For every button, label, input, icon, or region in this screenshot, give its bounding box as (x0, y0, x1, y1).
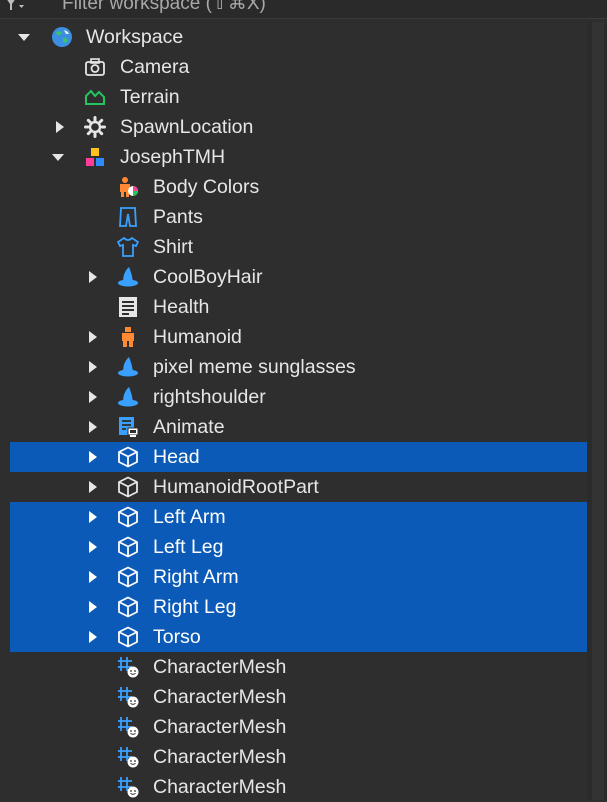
collapsed-arrow-icon[interactable] (86, 540, 100, 554)
local-script-icon (119, 417, 139, 437)
tree-row-coolboyhair[interactable]: CoolBoyHair (10, 262, 587, 292)
terrain-icon (85, 89, 105, 105)
tree-row-charactermesh[interactable]: CharacterMesh (10, 712, 587, 742)
tree-row-rightshoulder[interactable]: rightshoulder (10, 382, 587, 412)
tree-item-label: pixel meme sunglasses (153, 356, 356, 378)
tree-item-label: rightshoulder (153, 386, 266, 408)
camera-icon (85, 58, 105, 76)
tree-row-pixel-meme-sunglasses[interactable]: pixel meme sunglasses (10, 352, 587, 382)
part-cube-icon (118, 566, 138, 588)
shirt-icon (117, 236, 139, 257)
tree-row-shirt[interactable]: Shirt (10, 232, 587, 262)
workspace-globe-icon (52, 27, 72, 47)
filter-icon[interactable] (4, 0, 26, 14)
tree-item-label: SpawnLocation (120, 116, 254, 138)
tree-item-label: Terrain (120, 86, 180, 108)
explorer-tree: Workspace Camera Terrain SpawnLocation J… (10, 22, 587, 800)
tree-item-label: HumanoidRootPart (153, 476, 319, 498)
collapsed-arrow-icon[interactable] (86, 390, 100, 404)
tree-row-spawnlocation[interactable]: SpawnLocation (10, 112, 587, 142)
tree-row-left-arm[interactable]: Left Arm (10, 502, 587, 532)
collapsed-arrow-icon[interactable] (86, 480, 100, 494)
tree-item-label: Left Leg (153, 536, 224, 558)
accessory-hat-icon (118, 387, 138, 407)
collapsed-arrow-icon[interactable] (86, 630, 100, 644)
tree-item-label: Animate (153, 416, 225, 438)
scrollbar-thumb[interactable] (592, 22, 604, 800)
tree-item-label: CharacterMesh (153, 656, 287, 678)
tree-row-head[interactable]: Head (10, 442, 587, 472)
tree-row-charactermesh[interactable]: CharacterMesh (10, 742, 587, 772)
tree-row-animate[interactable]: Animate (10, 412, 587, 442)
collapsed-arrow-icon[interactable] (86, 330, 100, 344)
tree-item-label: Camera (120, 56, 190, 78)
tree-row-body-colors[interactable]: Body Colors (10, 172, 587, 202)
filter-bar[interactable]: Filter workspace (⇧⌘X) (0, 0, 607, 19)
accessory-hat-icon (118, 267, 138, 287)
tree-item-label: Torso (153, 626, 201, 648)
tree-item-label: CharacterMesh (153, 686, 287, 708)
tree-item-label: Health (153, 296, 210, 318)
part-cube-icon (118, 596, 138, 618)
model-icon (86, 148, 104, 166)
part-cube-icon (118, 536, 138, 558)
pants-icon (119, 207, 137, 227)
tree-item-label: CharacterMesh (153, 716, 287, 738)
tree-item-label: CharacterMesh (153, 776, 287, 798)
vertical-scrollbar[interactable] (587, 22, 607, 800)
tree-item-label: CoolBoyHair (153, 266, 263, 288)
character-mesh-icon (118, 747, 139, 768)
tree-item-label: CharacterMesh (153, 746, 287, 768)
expand-arrow-icon[interactable] (51, 150, 65, 164)
collapsed-arrow-icon[interactable] (86, 360, 100, 374)
body-colors-icon (120, 177, 138, 197)
part-cube-icon (118, 506, 138, 528)
character-mesh-icon (118, 687, 139, 708)
tree-item-label: Left Arm (153, 506, 226, 528)
collapsed-arrow-icon[interactable] (86, 420, 100, 434)
part-cube-icon (118, 476, 138, 498)
tree-item-label: Body Colors (153, 176, 260, 198)
character-mesh-icon (118, 777, 139, 798)
tree-item-label: Workspace (86, 26, 184, 48)
tree-item-label: JosephTMH (120, 146, 226, 168)
tree-row-health[interactable]: Health (10, 292, 587, 322)
tree-row-pants[interactable]: Pants (10, 202, 587, 232)
collapsed-arrow-icon[interactable] (86, 510, 100, 524)
tree-item-label: Right Leg (153, 596, 237, 618)
tree-row-josephtmh[interactable]: JosephTMH (10, 142, 587, 172)
accessory-hat-icon (118, 357, 138, 377)
tree-row-right-leg[interactable]: Right Leg (10, 592, 587, 622)
tree-row-charactermesh[interactable]: CharacterMesh (10, 652, 587, 682)
tree-row-camera[interactable]: Camera (10, 52, 587, 82)
collapsed-arrow-icon[interactable] (86, 270, 100, 284)
tree-row-humanoidrootpart[interactable]: HumanoidRootPart (10, 472, 587, 502)
spawn-location-icon (84, 116, 106, 138)
script-icon (119, 297, 137, 317)
collapsed-arrow-icon[interactable] (53, 120, 67, 134)
tree-item-label: Head (153, 446, 200, 468)
collapsed-arrow-icon[interactable] (86, 450, 100, 464)
tree-item-label: Pants (153, 206, 203, 228)
tree-row-terrain[interactable]: Terrain (10, 82, 587, 112)
tree-row-charactermesh[interactable]: CharacterMesh (10, 772, 587, 802)
tree-row-humanoid[interactable]: Humanoid (10, 322, 587, 352)
tree-item-label: Shirt (153, 236, 194, 258)
part-cube-icon (118, 626, 138, 648)
character-mesh-icon (118, 717, 139, 738)
tree-row-workspace[interactable]: Workspace (10, 22, 587, 52)
tree-row-right-arm[interactable]: Right Arm (10, 562, 587, 592)
collapsed-arrow-icon[interactable] (86, 600, 100, 614)
tree-row-torso[interactable]: Torso (10, 622, 587, 652)
tree-row-left-leg[interactable]: Left Leg (10, 532, 587, 562)
tree-item-label: Right Arm (153, 566, 239, 588)
part-cube-icon (118, 446, 138, 468)
filter-input[interactable]: Filter workspace (⇧⌘X) (62, 0, 266, 15)
expand-arrow-icon[interactable] (17, 30, 31, 44)
collapsed-arrow-icon[interactable] (86, 570, 100, 584)
humanoid-icon (122, 327, 134, 347)
tree-item-label: Humanoid (153, 326, 242, 348)
tree-row-charactermesh[interactable]: CharacterMesh (10, 682, 587, 712)
character-mesh-icon (118, 657, 139, 678)
